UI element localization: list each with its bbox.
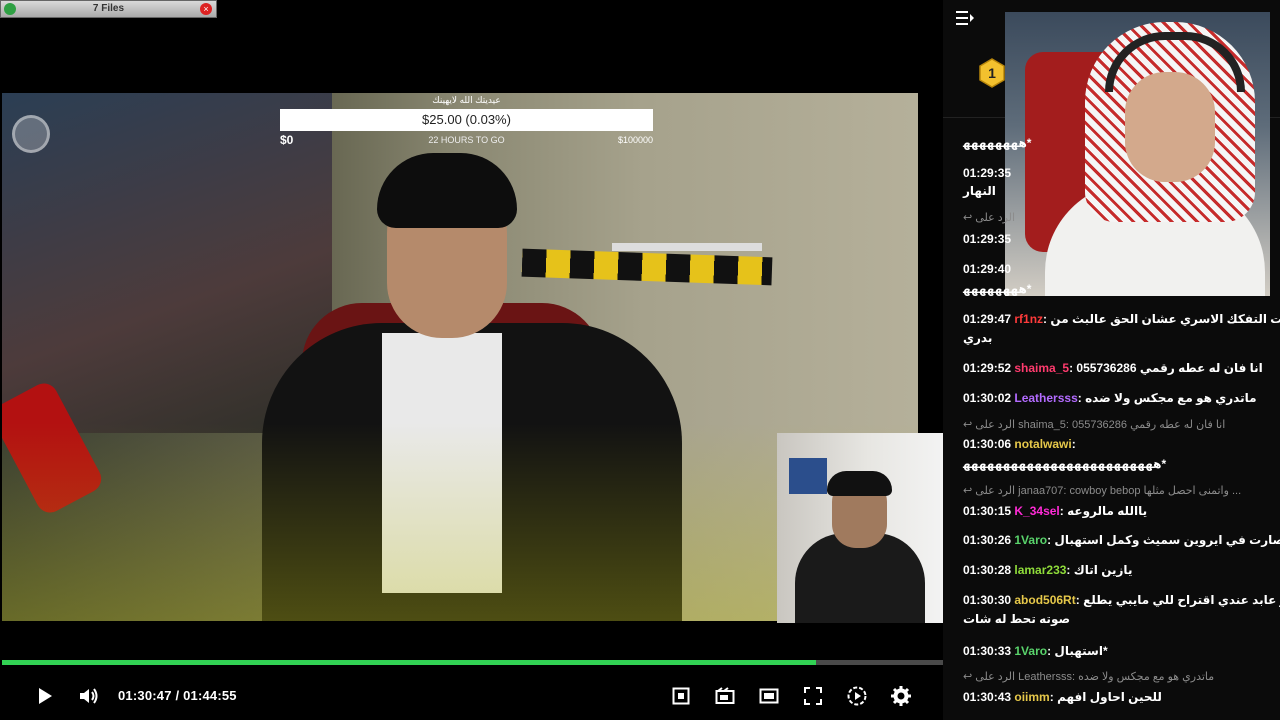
chat-timestamp: 01:30:06 <box>963 437 1015 451</box>
chat-message: 01:29:40 <box>963 261 1011 277</box>
chat-message: 01:30:06 notalwawi: <box>963 436 1076 452</box>
chat-username[interactable]: K_34sel <box>1014 504 1059 518</box>
chat-timestamp: 01:29:35 <box>963 166 1012 180</box>
chat-reply-context: ↩ الرد على shaima_5: انا فان له عطه رقمي… <box>963 419 1226 431</box>
seek-bar-fill <box>2 660 817 665</box>
channel-logo-icon <box>12 115 50 153</box>
duration: 01:44:55 <box>183 688 237 703</box>
theater-mode-icon[interactable] <box>713 684 737 708</box>
chat-message: 01:29:47 rf1nz: تمنيت التفكك الاسري عشان… <box>963 311 1280 327</box>
guest-webcam <box>777 433 943 623</box>
chat-text: للحين احاول افهم <box>1057 690 1162 704</box>
chat-username[interactable]: rf1nz <box>1014 312 1043 326</box>
chat-colon: : <box>1059 504 1068 518</box>
playback-speed-icon[interactable] <box>845 684 869 708</box>
gear-icon[interactable] <box>889 684 913 708</box>
wall-poster <box>789 458 827 494</box>
chat-username[interactable]: Leathersss <box>1014 391 1077 405</box>
chat-message: 01:30:28 lamar233: يازين اتاك <box>963 562 1132 578</box>
player-controls: 01:30:47 / 01:44:55 <box>0 676 943 716</box>
chat-message: 01:30:30 abod506Rt: ابو عابد عندي اقتراح… <box>963 592 1280 608</box>
chat-message: 01:30:33 1Varo: استهبال* <box>963 643 1108 659</box>
chat-text: قد صارت في ايروين سميث وكمل استهبال <box>1054 533 1280 547</box>
collapse-chat-icon[interactable] <box>955 10 975 28</box>
chat-timestamp: 01:29:40 <box>963 262 1012 276</box>
chat-colon: : <box>1071 437 1076 451</box>
chat-username[interactable]: abod506Rt <box>1014 593 1075 607</box>
chat-reply-context: ↩ الرد على Leathersss: ماتدري هو مع مجكس… <box>963 671 1215 683</box>
chat-username[interactable]: lamar233 <box>1014 563 1066 577</box>
subscriber-badge-icon: 1 <box>979 58 1005 88</box>
shelf <box>612 243 762 251</box>
chat-text: ياالله مالروعه <box>1067 504 1148 518</box>
mini-player-icon[interactable] <box>757 684 781 708</box>
chat-username[interactable]: shaima_5 <box>1014 361 1069 375</box>
chat-text: يازين اتاك <box>1073 563 1133 577</box>
goal-title: عيديتك الله لايهينك <box>432 95 501 105</box>
chat-text: ابو عابد عندي اقتراح للي مايبي يطلع <box>1083 593 1280 607</box>
seek-bar[interactable] <box>2 660 943 665</box>
chat-timestamp: 01:29:47 <box>963 312 1015 326</box>
chat-timestamp: 01:29:35 <box>963 232 1012 246</box>
goal-progress-bar: $25.00 (0.03%) <box>280 109 653 131</box>
chat-message: 01:29:35 <box>963 231 1011 247</box>
chat-continuation: ﻫﻬﻬﻬﻬﻬﻬﻬﻬﻬﻬﻬﻬﻬﻬﻬﻬﻬﻬﻬﻬﻬﻬﻬﻬ* <box>963 457 1167 471</box>
chat-continuation: بدري <box>963 331 993 345</box>
chat-message: 01:30:26 1Varo: قد صارت في ايروين سميث و… <box>963 532 1280 548</box>
chat-username[interactable]: oiimm <box>1014 690 1049 704</box>
chat-continuation: النهار <box>963 184 996 198</box>
chat-text: ماتدري هو مع مجكس ولا ضده <box>1085 391 1257 405</box>
chat-text: استهبال* <box>1054 644 1108 658</box>
host-webcam <box>1005 12 1270 296</box>
fullscreen-icon[interactable] <box>801 684 825 708</box>
chat-timestamp: 01:30:33 <box>963 644 1015 658</box>
current-time: 01:30:47 <box>118 688 172 703</box>
striped-scarf <box>521 248 773 286</box>
play-icon[interactable] <box>33 684 57 708</box>
chat-reply-context: ↩ الرد على janaa707: cowboy bebop واتمنى… <box>963 485 1242 497</box>
chat-message: 01:29:35 <box>963 165 1011 181</box>
badge-number: 1 <box>988 65 996 81</box>
chat-text: تمنيت التفكك الاسري عشان الحق عالبث من <box>1050 312 1280 326</box>
chat-timestamp: 01:30:28 <box>963 563 1015 577</box>
chat-username[interactable]: notalwawi <box>1014 437 1071 451</box>
guest-hair <box>827 471 892 496</box>
chat-timestamp: 01:30:26 <box>963 533 1015 547</box>
volume-icon[interactable] <box>77 684 101 708</box>
chat-message: 01:30:15 K_34sel: ياالله مالروعه <box>963 503 1147 519</box>
chat-colon: : <box>1077 391 1086 405</box>
streamer-hair <box>377 153 517 228</box>
chat-message: 01:30:02 Leathersss: ماتدري هو مع مجكس و… <box>963 390 1257 406</box>
chat-timestamp: 01:29:52 <box>963 361 1015 375</box>
chat-colon: : <box>1066 563 1074 577</box>
chat-continuation: صوته تحط له شات <box>963 612 1071 626</box>
chat-timestamp: 01:30:30 <box>963 593 1015 607</box>
chat-message: 01:30:43 oiimm: للحين احاول افهم <box>963 689 1162 705</box>
chat-message: 01:29:52 shaima_5: انا فان له عطه رقمي 0… <box>963 360 1263 376</box>
chat-username[interactable]: 1Varo <box>1014 533 1047 547</box>
chat-username[interactable]: 1Varo <box>1014 644 1047 658</box>
goal-max: $100000 <box>618 135 654 145</box>
time-separator: / <box>171 688 184 703</box>
files-widget[interactable]: 7 Files × <box>0 0 217 18</box>
picture-in-picture-icon[interactable] <box>669 684 693 708</box>
chat-timestamp: 01:30:02 <box>963 391 1015 405</box>
chat-colon: : <box>1049 690 1058 704</box>
chat-timestamp: 01:30:43 <box>963 690 1015 704</box>
chat-reply-context: ↩ الرد على <box>963 212 1016 224</box>
chat-text: انا فان له عطه رقمي 055736286 <box>1076 361 1263 375</box>
chat-continuation: ﻫﻬﻬﻬﻬﻬﻬﻬ* <box>963 136 1032 150</box>
chat-colon: : <box>1075 593 1084 607</box>
files-label: 7 Files <box>92 3 125 14</box>
close-icon[interactable]: × <box>200 3 212 15</box>
chat-timestamp: 01:30:15 <box>963 504 1015 518</box>
chat-continuation: ﻫﻬﻬﻬﻬﻬﻬﻬ* <box>963 282 1032 296</box>
time-display: 01:30:47 / 01:44:55 <box>118 688 237 703</box>
goal-time-remaining: 22 HOURS TO GO <box>428 135 505 145</box>
